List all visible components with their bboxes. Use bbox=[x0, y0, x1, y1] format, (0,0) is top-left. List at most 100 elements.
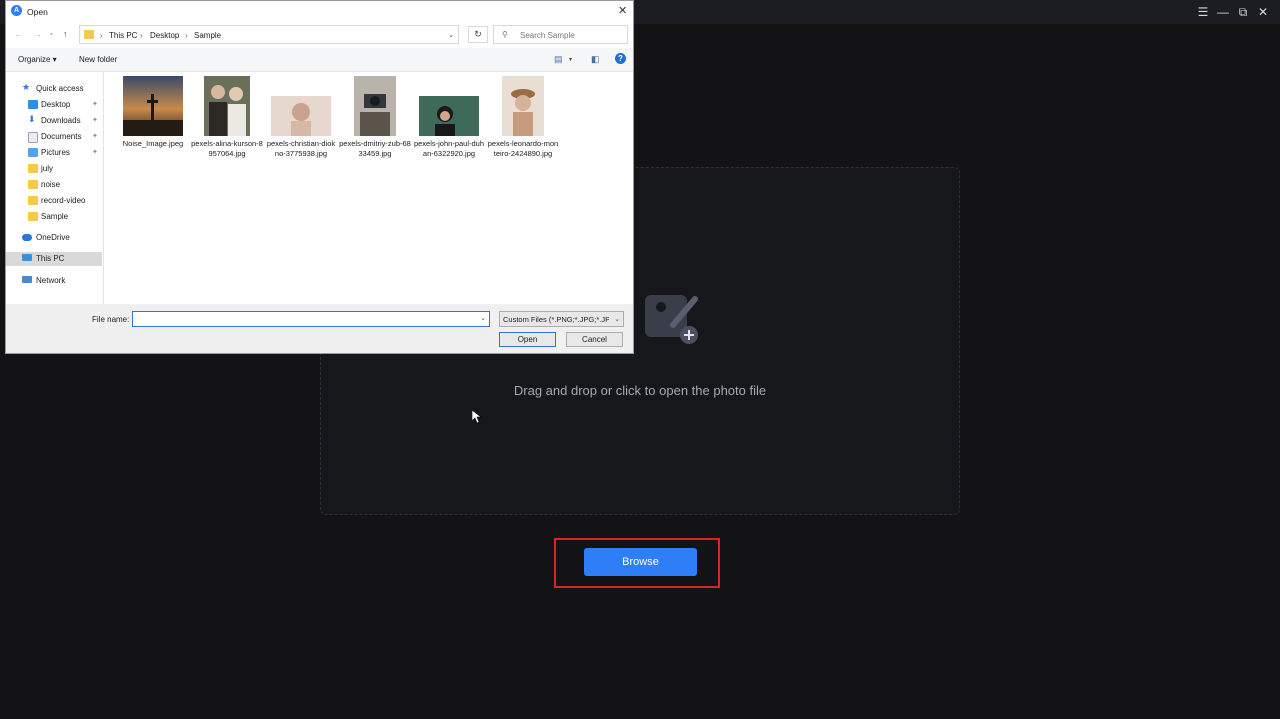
organize-button[interactable]: Organize ▾ bbox=[18, 55, 57, 64]
view-options-icon[interactable]: ▤ bbox=[554, 54, 563, 65]
sidebar-item-label: OneDrive bbox=[36, 233, 70, 242]
address-dropdown-icon[interactable]: ⌄ bbox=[448, 31, 454, 39]
navigation-pane: ★ Quick access Desktop ✦ ⬇ Downloads ✦ D… bbox=[6, 72, 103, 304]
pin-icon: ✦ bbox=[92, 133, 98, 140]
image-thumbnail bbox=[271, 96, 331, 136]
cloud-icon bbox=[22, 234, 32, 241]
file-name-field[interactable]: ⌄ bbox=[132, 311, 490, 327]
view-dropdown-icon[interactable]: ▾ bbox=[569, 56, 572, 63]
app-logo-icon: A bbox=[11, 5, 22, 16]
breadcrumb-separator: › bbox=[185, 31, 188, 40]
help-icon[interactable]: ? bbox=[615, 53, 626, 64]
documents-icon bbox=[28, 132, 38, 143]
sidebar-item-label: noise bbox=[41, 180, 61, 189]
open-file-dialog: A Open ✕ ← → ▾ ↑ › This PC › Desktop › S… bbox=[5, 0, 634, 354]
drop-instructions: Drag and drop or click to open the photo… bbox=[513, 383, 767, 398]
sidebar-item-label: Desktop bbox=[41, 100, 71, 109]
file-item[interactable]: pexels-christian-diokno-3775938.jpg bbox=[265, 76, 337, 158]
sidebar-item-sample[interactable]: Sample bbox=[6, 210, 102, 224]
sidebar-item-desktop[interactable]: Desktop ✦ bbox=[6, 98, 102, 112]
breadcrumb-desktop[interactable]: Desktop bbox=[150, 31, 179, 40]
file-item[interactable]: Noise_Image.jpeg bbox=[117, 76, 189, 149]
navigation-bar: ← → ▾ ↑ › This PC › Desktop › Sample ⌄ ↻… bbox=[6, 22, 633, 48]
sidebar-item-label: Network bbox=[36, 276, 66, 285]
sidebar-item-noise[interactable]: noise bbox=[6, 178, 102, 192]
up-arrow-icon[interactable]: ↑ bbox=[63, 29, 68, 39]
new-folder-button[interactable]: New folder bbox=[79, 55, 117, 64]
sidebar-item-label: Downloads bbox=[41, 116, 81, 125]
sidebar-item-label: record-video bbox=[41, 196, 86, 205]
sidebar-item-this-pc[interactable]: This PC bbox=[6, 252, 102, 266]
file-type-filter-value: Custom Files (*.PNG;*.JPG;*.JPE bbox=[503, 315, 609, 324]
desktop-icon bbox=[28, 100, 38, 109]
breadcrumb-separator: › bbox=[100, 31, 103, 40]
sidebar-item-documents[interactable]: Documents ✦ bbox=[6, 130, 102, 144]
recent-locations-icon[interactable]: ▾ bbox=[50, 31, 53, 38]
image-thumbnail bbox=[502, 76, 544, 136]
folder-icon bbox=[28, 212, 38, 221]
file-list: Noise_Image.jpeg pexels-alina-kurson-895… bbox=[103, 72, 633, 304]
minimize-icon[interactable]: — bbox=[1215, 4, 1231, 20]
close-icon[interactable]: ✕ bbox=[1255, 4, 1271, 20]
search-placeholder: Search Sample bbox=[520, 31, 575, 40]
dialog-title: Open bbox=[27, 7, 48, 17]
forward-arrow-icon[interactable]: → bbox=[33, 29, 42, 39]
folder-icon bbox=[28, 196, 38, 205]
folder-icon bbox=[28, 164, 38, 173]
add-photo-icon bbox=[645, 295, 698, 344]
sidebar-item-label: This PC bbox=[36, 254, 65, 263]
file-name: pexels-john-paul-duhan-6322920.jpg bbox=[413, 139, 485, 158]
dialog-title-bar: A Open ✕ bbox=[6, 1, 633, 22]
cancel-button[interactable]: Cancel bbox=[566, 332, 623, 347]
breadcrumb-this-pc[interactable]: This PC bbox=[109, 31, 137, 40]
sidebar-item-label: july bbox=[41, 164, 54, 173]
search-icon: ⚲ bbox=[502, 30, 508, 39]
sidebar-item-onedrive[interactable]: OneDrive bbox=[6, 231, 102, 245]
file-item[interactable]: pexels-alina-kurson-8957064.jpg bbox=[191, 76, 263, 158]
sidebar-item-pictures[interactable]: Pictures ✦ bbox=[6, 146, 102, 160]
image-thumbnail bbox=[419, 96, 479, 136]
breadcrumb-sample[interactable]: Sample bbox=[194, 31, 221, 40]
sidebar-item-label: Documents bbox=[41, 132, 82, 141]
file-name: pexels-leonardo-monteiro-2424890.jpg bbox=[487, 139, 559, 158]
network-icon bbox=[22, 276, 32, 283]
file-type-filter[interactable]: Custom Files (*.PNG;*.JPG;*.JPE ⌄ bbox=[499, 311, 624, 327]
dialog-footer: File name: ⌄ Custom Files (*.PNG;*.JPG;*… bbox=[6, 304, 633, 353]
dialog-toolbar: Organize ▾ New folder ▤ ▾ ◧ ? bbox=[6, 48, 633, 72]
preview-pane-icon[interactable]: ◧ bbox=[591, 54, 600, 65]
file-name: pexels-christian-diokno-3775938.jpg bbox=[266, 139, 336, 158]
open-button[interactable]: Open bbox=[499, 332, 556, 347]
file-name: pexels-dmitriy-zub-6833459.jpg bbox=[339, 139, 411, 158]
sidebar-item-network[interactable]: Network bbox=[6, 274, 102, 288]
star-icon: ★ bbox=[22, 82, 31, 92]
pictures-icon bbox=[28, 148, 38, 157]
browse-button[interactable]: Browse bbox=[584, 548, 697, 576]
image-thumbnail bbox=[123, 76, 183, 136]
menu-icon[interactable]: ☰ bbox=[1195, 4, 1211, 20]
refresh-icon[interactable]: ↻ bbox=[468, 26, 488, 43]
pin-icon: ✦ bbox=[92, 101, 98, 108]
dialog-close-icon[interactable]: ✕ bbox=[618, 4, 627, 17]
back-arrow-icon[interactable]: ← bbox=[14, 29, 23, 39]
pin-icon: ✦ bbox=[92, 117, 98, 124]
sidebar-item-downloads[interactable]: ⬇ Downloads ✦ bbox=[6, 114, 102, 128]
pin-icon: ✦ bbox=[92, 149, 98, 156]
chevron-down-icon[interactable]: ⌄ bbox=[480, 314, 486, 322]
sidebar-item-label: Quick access bbox=[36, 84, 84, 93]
sidebar-item-july[interactable]: july bbox=[6, 162, 102, 176]
image-thumbnail bbox=[354, 76, 396, 136]
search-input[interactable]: ⚲ Search Sample bbox=[493, 25, 628, 44]
restore-icon[interactable]: ⧉ bbox=[1235, 4, 1251, 20]
folder-icon bbox=[84, 30, 94, 39]
file-name-label: File name: bbox=[92, 315, 130, 324]
file-name: pexels-alina-kurson-8957064.jpg bbox=[191, 139, 263, 158]
sidebar-item-record-video[interactable]: record-video bbox=[6, 194, 102, 208]
file-item[interactable]: pexels-john-paul-duhan-6322920.jpg bbox=[413, 76, 485, 158]
sidebar-item-quick-access[interactable]: ★ Quick access bbox=[6, 82, 102, 96]
breadcrumb-separator: › bbox=[140, 31, 143, 40]
address-bar[interactable]: › This PC › Desktop › Sample ⌄ bbox=[79, 25, 459, 44]
mouse-cursor-icon bbox=[472, 410, 482, 424]
file-item[interactable]: pexels-leonardo-monteiro-2424890.jpg bbox=[487, 76, 559, 158]
folder-icon bbox=[28, 180, 38, 189]
file-item[interactable]: pexels-dmitriy-zub-6833459.jpg bbox=[339, 76, 411, 158]
